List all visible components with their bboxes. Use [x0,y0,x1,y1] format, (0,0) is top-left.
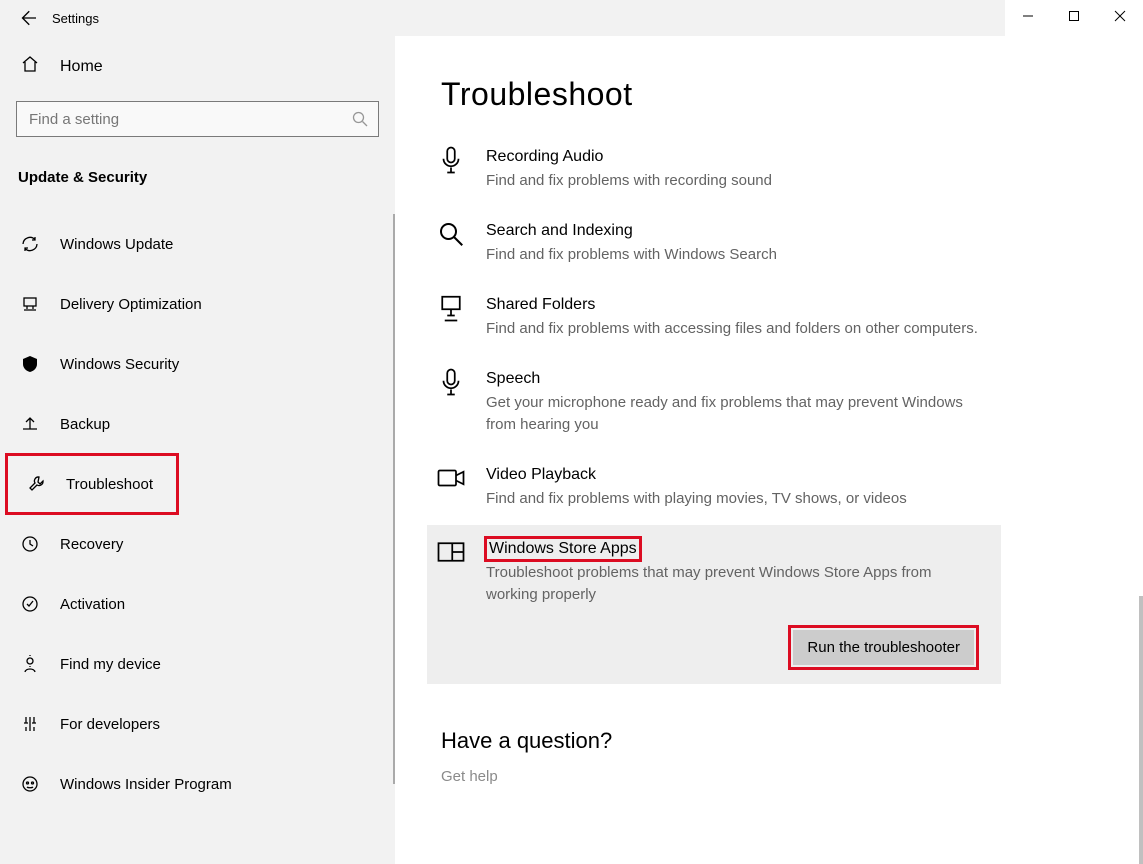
search-icon [352,111,368,127]
search-box[interactable] [16,101,379,137]
sidebar-item-label: Windows Update [60,236,173,253]
sidebar-item-label: Troubleshoot [66,476,153,493]
minimize-button[interactable] [1005,0,1051,32]
sidebar-section-title: Update & Security [0,147,395,214]
page-title: Troubleshoot [441,76,1093,113]
back-button[interactable] [18,9,36,27]
troubleshooter-title: Video Playback [486,464,596,486]
troubleshooter-title: Search and Indexing [486,220,633,242]
troubleshooter-shared-folders[interactable]: Shared Folders Find and fix problems wit… [427,281,1001,355]
titlebar: Settings [0,0,1143,36]
window-title: Settings [52,11,99,26]
run-troubleshooter-button[interactable]: Run the troubleshooter [793,630,974,665]
home-button[interactable]: Home [0,36,395,97]
window-controls [1005,0,1143,36]
sidebar-item-recovery[interactable]: Recovery [0,514,395,574]
scrollbar[interactable] [1139,596,1143,864]
sidebar-item-label: Windows Security [60,356,179,373]
find-device-icon [20,654,40,674]
sidebar-item-find-my-device[interactable]: Find my device [0,634,395,694]
search-icon [436,220,466,248]
activation-icon [20,594,40,614]
have-a-question-heading: Have a question? [441,728,1093,754]
sidebar-item-backup[interactable]: Backup [0,394,395,454]
wrench-icon [26,474,46,494]
troubleshooter-video-playback[interactable]: Video Playback Find and fix problems wit… [427,451,1001,525]
insider-icon [20,774,40,794]
sidebar-item-label: Recovery [60,536,123,553]
sidebar-item-label: Find my device [60,656,161,673]
sidebar-item-label: Backup [60,416,110,433]
troubleshooter-desc: Find and fix problems with playing movie… [486,488,980,510]
microphone-icon [436,368,466,396]
troubleshooter-desc: Find and fix problems with recording sou… [486,170,980,192]
sidebar-item-label: Delivery Optimization [60,296,202,313]
troubleshooter-title: Speech [486,368,540,390]
troubleshooter-desc: Get your microphone ready and fix proble… [486,392,980,436]
sidebar-item-for-developers[interactable]: For developers [0,694,395,754]
sidebar-item-troubleshoot[interactable]: Troubleshoot [6,454,178,514]
get-help-link[interactable]: Get help [441,768,1093,785]
sidebar-item-label: Windows Insider Program [60,776,232,793]
troubleshooter-search-indexing[interactable]: Search and Indexing Find and fix problem… [427,207,1001,281]
shared-folders-icon [436,294,466,322]
sidebar-item-windows-update[interactable]: Windows Update [0,214,395,274]
developers-icon [20,714,40,734]
backup-icon [20,414,40,434]
content-pane: Troubleshoot Recording Audio Find and fi… [395,36,1143,864]
sidebar-item-delivery-optimization[interactable]: Delivery Optimization [0,274,395,334]
home-label: Home [60,58,103,76]
maximize-button[interactable] [1051,0,1097,32]
settings-window: Settings Home [0,0,1143,864]
sidebar-item-windows-security[interactable]: Windows Security [0,334,395,394]
video-icon [436,464,466,492]
sidebar-item-windows-insider[interactable]: Windows Insider Program [0,754,395,814]
troubleshooter-desc: Find and fix problems with Windows Searc… [486,244,980,266]
troubleshooter-desc: Troubleshoot problems that may prevent W… [486,562,980,606]
troubleshooter-title: Shared Folders [486,294,595,316]
apps-icon [436,538,466,566]
troubleshooter-desc: Find and fix problems with accessing fil… [486,318,980,340]
troubleshooter-recording-audio[interactable]: Recording Audio Find and fix problems wi… [427,133,1001,207]
troubleshooter-speech[interactable]: Speech Get your microphone ready and fix… [427,355,1001,451]
sidebar-item-activation[interactable]: Activation [0,574,395,634]
troubleshooter-title: Windows Store Apps [486,538,640,560]
troubleshooter-title: Recording Audio [486,146,603,168]
recovery-icon [20,534,40,554]
home-icon [20,54,40,79]
sidebar-item-label: For developers [60,716,160,733]
close-button[interactable] [1097,0,1143,32]
troubleshooter-windows-store-apps[interactable]: Windows Store Apps Troubleshoot problems… [427,525,1001,684]
sidebar-list: Windows Update Delivery Optimization Win… [0,214,395,814]
search-input[interactable] [27,110,352,129]
sidebar: Home Update & Security Windows Update [0,36,395,864]
sidebar-item-label: Activation [60,596,125,613]
microphone-icon [436,146,466,174]
delivery-icon [20,294,40,314]
shield-icon [20,354,40,374]
refresh-icon [20,234,40,254]
